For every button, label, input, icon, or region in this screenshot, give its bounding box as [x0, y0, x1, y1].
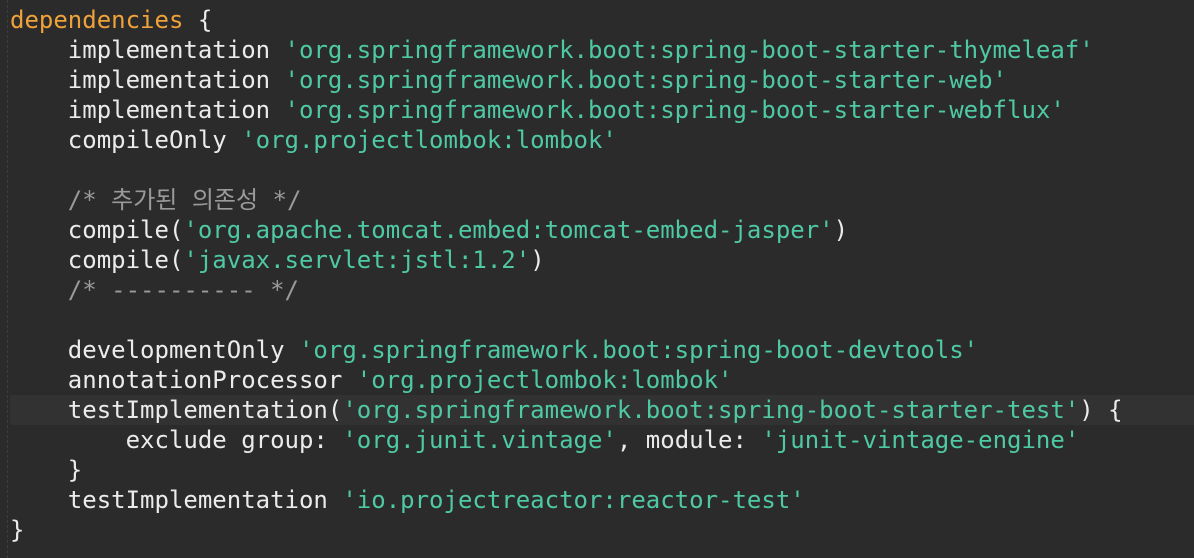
code-line[interactable]: compileOnly 'org.projectlombok:lombok'	[10, 125, 1194, 155]
code-line[interactable]: implementation 'org.springframework.boot…	[10, 65, 1194, 95]
code-line[interactable]: implementation 'org.springframework.boot…	[10, 95, 1194, 125]
code-line[interactable]	[10, 155, 1194, 185]
code-token-str: 'org.apache.tomcat.embed:tomcat-embed-ja…	[183, 216, 834, 244]
code-token-str: 'org.projectlombok:lombok'	[356, 366, 733, 394]
code-token-punct: {	[183, 6, 213, 34]
code-line[interactable]: }	[10, 455, 1194, 485]
code-token-id: testImplementation	[67, 396, 328, 424]
code-token-str: 'org.springframework.boot:spring-boot-st…	[342, 396, 1080, 424]
code-line[interactable]: /* 추가된 의존성 */	[10, 185, 1194, 215]
code-token-str: 'junit-vintage-engine'	[761, 426, 1080, 454]
code-token-str: 'io.projectreactor:reactor-test'	[342, 486, 805, 514]
code-token-keyword: dependencies	[10, 6, 184, 34]
code-token-str: 'org.springframework.boot:spring-boot-st…	[284, 36, 1094, 64]
code-line[interactable]: compile('org.apache.tomcat.embed:tomcat-…	[10, 215, 1194, 245]
code-line[interactable]: compile('javax.servlet:jstl:1.2')	[10, 245, 1194, 275]
code-token-str: 'org.springframework.boot:spring-boot-st…	[284, 66, 1008, 94]
code-token-str: 'org.springframework.boot:spring-boot-de…	[298, 336, 979, 364]
code-token-id: implementation	[67, 36, 285, 64]
editor-gutter	[0, 0, 8, 558]
code-token-punct: (	[168, 216, 184, 244]
code-token-punct: ) {	[1079, 396, 1123, 424]
code-token-str: 'org.projectlombok:lombok'	[241, 126, 617, 154]
code-line-current[interactable]: testImplementation('org.springframework.…	[10, 395, 1194, 425]
code-token-punct: )	[530, 246, 545, 274]
code-token-id: exclude group:	[125, 426, 343, 454]
code-token-id: compile	[67, 246, 169, 274]
code-token-str: 'javax.servlet:jstl:1.2'	[183, 246, 531, 274]
code-line[interactable]: /* ---------- */	[10, 275, 1194, 305]
code-token-punct: (	[327, 396, 343, 424]
code-line[interactable]	[10, 305, 1194, 335]
code-line[interactable]: implementation 'org.springframework.boot…	[10, 35, 1194, 65]
code-token-punct: )	[833, 216, 849, 244]
code-line[interactable]: }	[10, 515, 1194, 545]
code-line[interactable]: exclude group: 'org.junit.vintage', modu…	[10, 425, 1194, 455]
code-token-punct: , module:	[616, 426, 762, 454]
code-line[interactable]: testImplementation 'io.projectreactor:re…	[10, 485, 1194, 515]
code-token-id: annotationProcessor	[67, 366, 357, 394]
code-token-id: implementation	[67, 66, 285, 94]
code-area[interactable]: dependencies { implementation 'org.sprin…	[10, 5, 1194, 545]
code-line[interactable]: developmentOnly 'org.springframework.boo…	[10, 335, 1194, 365]
code-line[interactable]: annotationProcessor 'org.projectlombok:l…	[10, 365, 1194, 395]
code-token-str: 'org.junit.vintage'	[342, 426, 617, 454]
code-token-punct: }	[10, 516, 25, 544]
code-token-punct: (	[168, 246, 184, 274]
code-token-comment: /* 추가된 의존성 */	[67, 186, 302, 214]
code-token-id: developmentOnly	[67, 336, 299, 364]
code-token-id: compile	[67, 216, 169, 244]
code-editor[interactable]: dependencies { implementation 'org.sprin…	[0, 0, 1194, 558]
code-token-str: 'org.springframework.boot:spring-boot-st…	[284, 96, 1065, 124]
code-token-punct: }	[67, 456, 83, 484]
code-token-comment: /* ---------- */	[67, 276, 299, 304]
code-token-id: testImplementation	[67, 486, 343, 514]
code-token-id: compileOnly	[67, 126, 242, 154]
code-line[interactable]: dependencies {	[10, 5, 1194, 35]
code-token-id: implementation	[67, 96, 285, 124]
